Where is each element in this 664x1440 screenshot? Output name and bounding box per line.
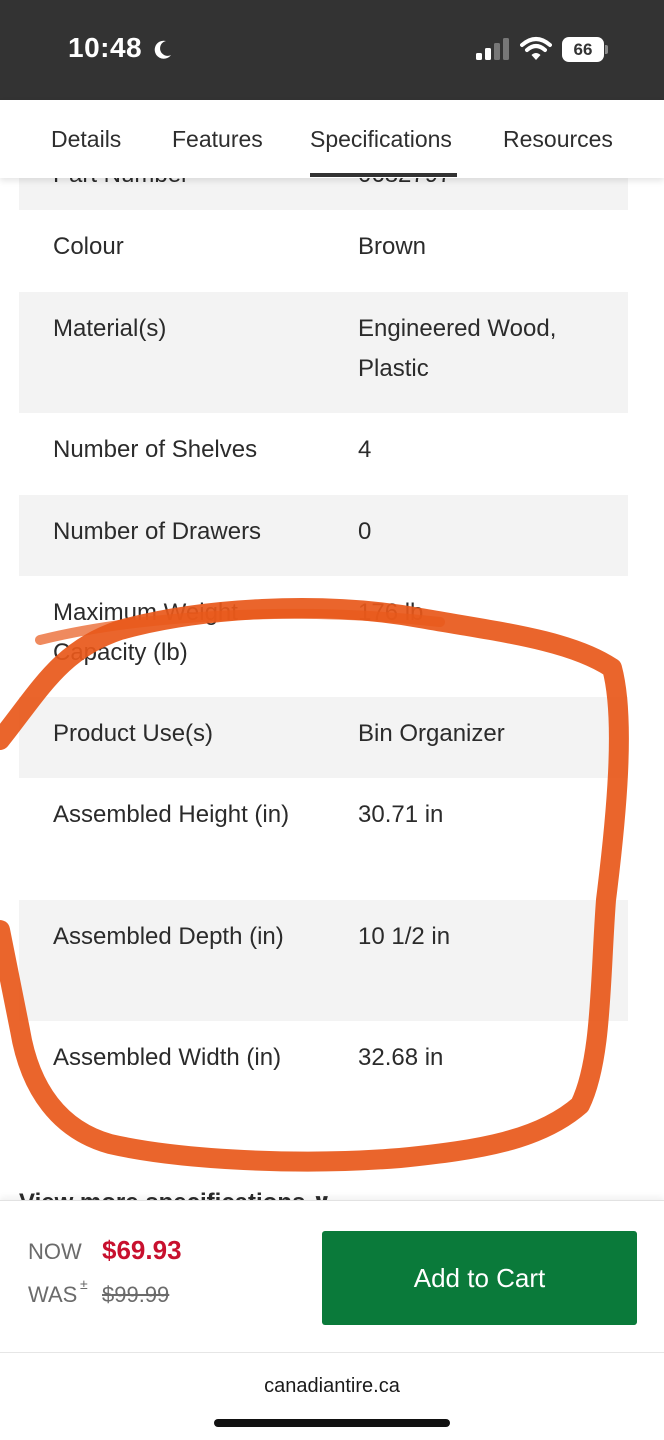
spec-row-number-of-drawers: Number of Drawers 0 xyxy=(19,495,628,576)
tab-details[interactable]: Details xyxy=(51,126,121,153)
sale-price: $69.93 xyxy=(102,1235,182,1265)
status-time: 10:48 xyxy=(68,32,143,63)
was-label: WAS xyxy=(28,1282,78,1307)
spec-row-maximum-weight-capacity: Maximum Weight Capacity (lb) 176 lb xyxy=(19,576,628,697)
spec-label: Maximum Weight Capacity (lb) xyxy=(53,599,238,666)
wifi-icon xyxy=(520,37,552,60)
tab-bar: Details Features Specifications Resource… xyxy=(0,100,664,178)
spec-label: Material(s) xyxy=(53,315,167,342)
spec-label: Part Number xyxy=(53,178,313,195)
spec-row-materials: Material(s) Engineered Wood, Plastic xyxy=(19,292,628,413)
spec-value: Engineered Wood, Plastic xyxy=(358,315,557,382)
price-bar: NOW $69.93 WAS ± $99.99 Add to Cart xyxy=(0,1200,664,1352)
add-to-cart-button[interactable]: Add to Cart xyxy=(322,1231,637,1325)
home-indicator xyxy=(214,1419,450,1427)
spec-value: 10 1/2 in xyxy=(358,923,451,950)
spec-value: 30.71 in xyxy=(358,801,444,828)
spec-label: Number of Shelves xyxy=(53,436,258,463)
tab-features[interactable]: Features xyxy=(172,126,263,153)
spec-value: 32.68 in xyxy=(358,1044,444,1071)
status-bar: 10:48 66 xyxy=(0,0,664,100)
spec-value: 0 xyxy=(358,518,372,545)
spec-label: Assembled Width (in) xyxy=(53,1044,282,1071)
moon-icon xyxy=(154,40,171,59)
spec-row-part-number: Part Number 0682797 xyxy=(19,178,628,210)
spec-value: Bin Organizer xyxy=(358,720,505,747)
tab-specifications[interactable]: Specifications xyxy=(310,126,452,153)
spec-row-product-uses: Product Use(s) Bin Organizer xyxy=(19,697,628,778)
spec-label: Assembled Depth (in) xyxy=(53,923,284,950)
active-tab-indicator xyxy=(310,173,457,177)
spec-label: Product Use(s) xyxy=(53,720,214,747)
specifications-table: Part Number 0682797 Colour Brown Materia… xyxy=(0,178,664,1200)
spec-row-assembled-width: Assembled Width (in) 32.68 in xyxy=(19,1021,628,1142)
spec-row-number-of-shelves: Number of Shelves 4 xyxy=(19,413,628,495)
spec-label: Assembled Height (in) xyxy=(53,801,290,828)
spec-row-colour: Colour Brown xyxy=(19,210,628,292)
spec-value: 4 xyxy=(358,436,372,463)
spec-label: Number of Drawers xyxy=(53,518,262,545)
battery-level: 66 xyxy=(562,37,604,62)
spec-label: Colour xyxy=(53,233,124,260)
spec-value: 176 lb xyxy=(358,599,424,626)
signal-icon xyxy=(476,38,509,60)
spec-value: Brown xyxy=(358,233,427,260)
spec-row-assembled-height: Assembled Height (in) 30.71 in xyxy=(19,778,628,900)
spec-row-assembled-depth: Assembled Depth (in) 10 1/2 in xyxy=(19,900,628,1021)
view-more-specifications-link[interactable]: View more specifications ∨ xyxy=(19,1188,332,1200)
battery-nub xyxy=(605,45,608,54)
original-price: $99.99 xyxy=(102,1282,170,1307)
url-text[interactable]: canadiantire.ca xyxy=(0,1375,664,1398)
tab-resources[interactable]: Resources xyxy=(503,126,613,153)
spec-value: 0682797 xyxy=(358,178,618,195)
was-disclaimer-mark: ± xyxy=(80,1276,88,1292)
now-label: NOW xyxy=(28,1239,82,1264)
battery-icon: 66 xyxy=(562,37,608,62)
browser-url-bar[interactable]: canadiantire.ca xyxy=(0,1352,664,1440)
